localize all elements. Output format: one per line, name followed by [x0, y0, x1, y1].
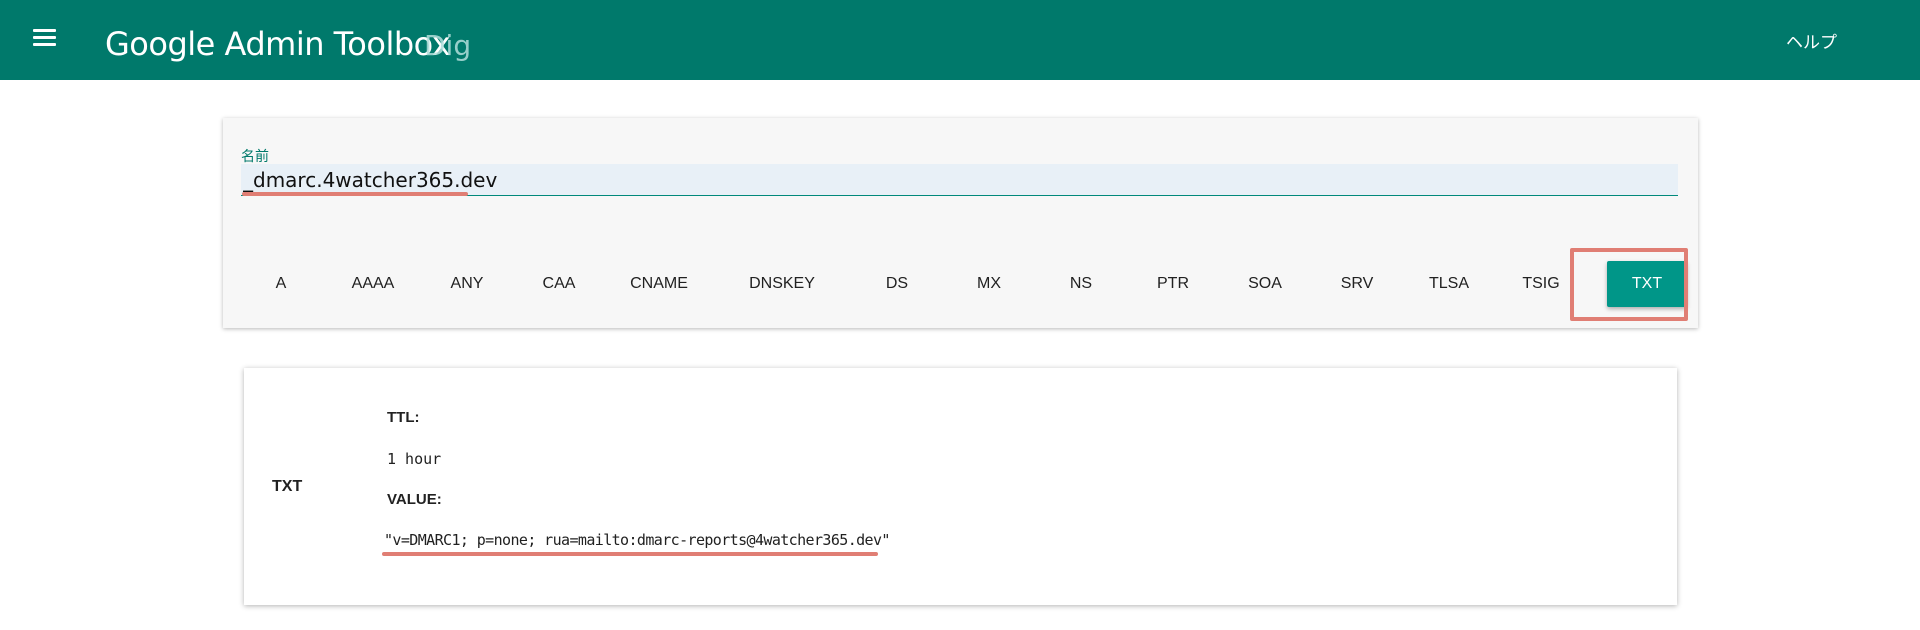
- type-button-tlsa[interactable]: TLSA: [1407, 261, 1491, 307]
- type-button-txt[interactable]: TXT: [1607, 261, 1687, 307]
- type-button-srv[interactable]: SRV: [1315, 261, 1399, 307]
- type-button-aaaa[interactable]: AAAA: [328, 261, 418, 307]
- help-link[interactable]: ヘルプ: [1786, 28, 1837, 53]
- type-button-caa[interactable]: CAA: [517, 261, 601, 307]
- app-title: Google Admin Toolbox: [105, 25, 451, 63]
- type-button-ptr[interactable]: PTR: [1131, 261, 1215, 307]
- app-subtitle: Dig: [424, 29, 472, 62]
- ttl-value: 1 hour: [387, 450, 442, 468]
- type-button-a[interactable]: A: [241, 261, 321, 307]
- name-highlight-underline: [242, 192, 468, 196]
- type-button-ns[interactable]: NS: [1039, 261, 1123, 307]
- value-highlight-underline: [382, 552, 878, 556]
- app-bar: Google Admin Toolbox Dig ヘルプ: [0, 0, 1920, 80]
- hamburger-menu-icon[interactable]: [30, 24, 60, 54]
- type-button-ds[interactable]: DS: [855, 261, 939, 307]
- query-card: 名前 A AAAA ANY CAA CNAME DNSKEY DS MX NS …: [223, 118, 1698, 328]
- result-card: TXT TTL: 1 hour VALUE: "v=DMARC1; p=none…: [244, 368, 1677, 605]
- type-button-dnskey[interactable]: DNSKEY: [727, 261, 837, 307]
- type-button-any[interactable]: ANY: [425, 261, 509, 307]
- result-record-type: TXT: [272, 478, 303, 495]
- ttl-label: TTL:: [387, 409, 420, 426]
- type-button-soa[interactable]: SOA: [1223, 261, 1307, 307]
- type-button-tsig[interactable]: TSIG: [1499, 261, 1583, 307]
- type-button-mx[interactable]: MX: [947, 261, 1031, 307]
- type-button-cname[interactable]: CNAME: [609, 261, 709, 307]
- value-label: VALUE:: [387, 491, 442, 508]
- record-value: "v=DMARC1; p=none; rua=mailto:dmarc-repo…: [384, 531, 890, 549]
- name-field-label: 名前: [241, 149, 269, 165]
- record-type-bar: A AAAA ANY CAA CNAME DNSKEY DS MX NS PTR…: [241, 261, 1687, 309]
